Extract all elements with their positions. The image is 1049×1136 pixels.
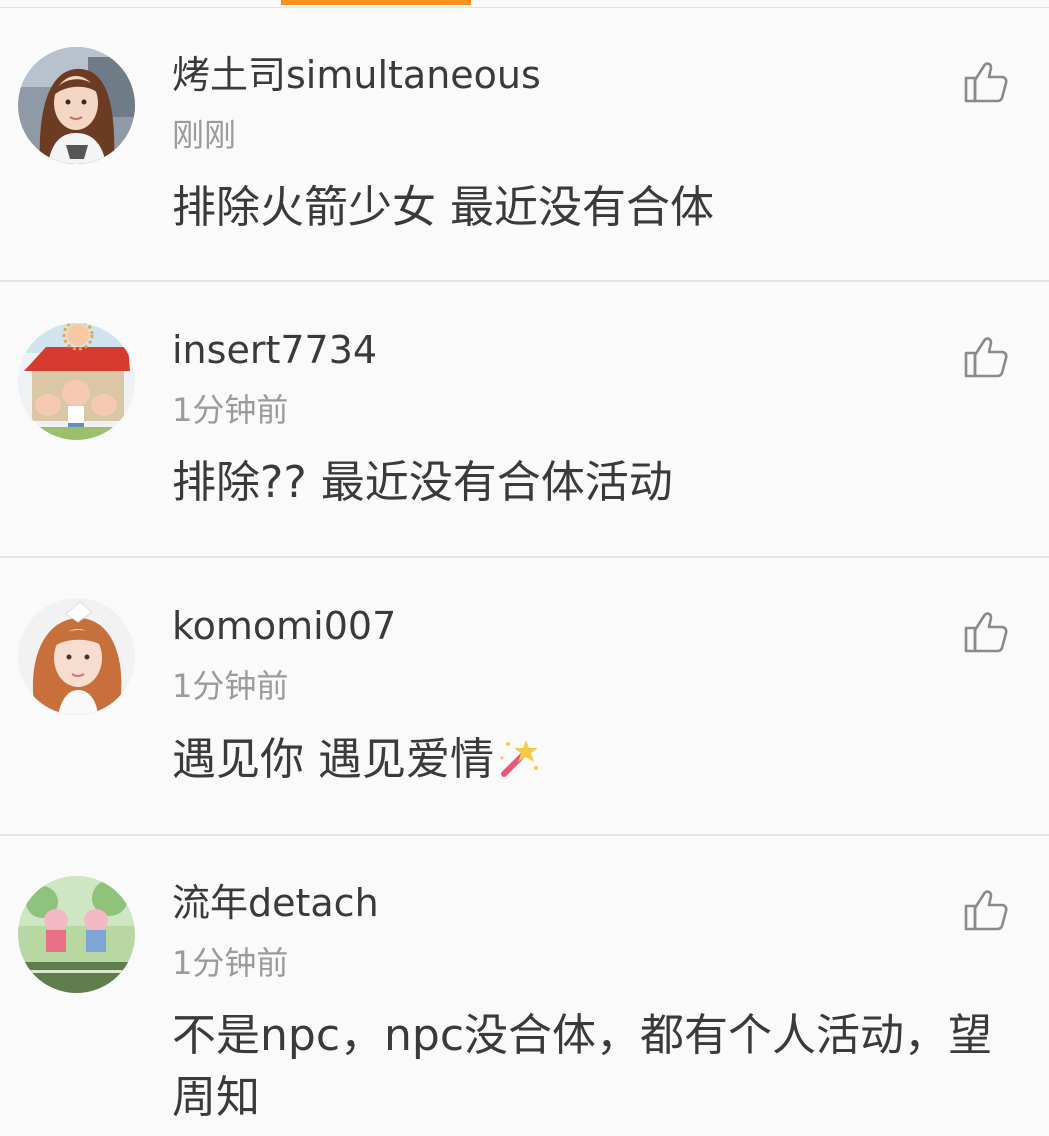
comment-text: 排除?? 最近没有合体活动 — [172, 457, 673, 508]
thumbs-up-icon[interactable] — [962, 608, 1010, 656]
active-tab-indicator — [281, 0, 471, 5]
comment-username[interactable]: 流年detach — [172, 880, 379, 926]
thumbs-up-icon[interactable] — [962, 333, 1010, 381]
comment-list: 烤土司simultaneous 刚刚 排除火箭少女 最近没有合体 insert7… — [0, 8, 1049, 1136]
comment-item: komomi007 1分钟前 遇见你 遇见爱情 — [0, 558, 1049, 836]
comment-item: 烤土司simultaneous 刚刚 排除火箭少女 最近没有合体 — [0, 8, 1049, 282]
avatar[interactable] — [18, 47, 135, 164]
comment-time: 1分钟前 — [172, 667, 289, 705]
comment-text: 遇见你 遇见爱情 — [172, 729, 1032, 797]
comment-time: 1分钟前 — [172, 944, 289, 982]
comment-item: insert7734 1分钟前 排除?? 最近没有合体活动 — [0, 282, 1049, 558]
comment-time: 1分钟前 — [172, 391, 289, 429]
comment-text-body: 遇见你 遇见爱情 — [172, 734, 494, 785]
comment-item: 流年detach 1分钟前 不是npc，npc没合体，都有个人活动，望周知 — [0, 836, 1049, 1136]
comment-username[interactable]: komomi007 — [172, 603, 396, 649]
comment-time: 刚刚 — [172, 116, 237, 154]
thumbs-up-icon[interactable] — [962, 58, 1010, 106]
magic-wand-emoji — [496, 734, 542, 797]
avatar[interactable] — [18, 323, 135, 440]
comment-username[interactable]: insert7734 — [172, 327, 377, 373]
comment-text: 不是npc，npc没合体，都有个人活动，望周知 — [172, 1010, 993, 1123]
avatar[interactable] — [18, 598, 135, 715]
comment-username[interactable]: 烤土司simultaneous — [172, 52, 541, 98]
avatar[interactable] — [18, 876, 135, 993]
thumbs-up-icon[interactable] — [962, 886, 1010, 934]
comment-text: 排除火箭少女 最近没有合体 — [172, 182, 714, 233]
